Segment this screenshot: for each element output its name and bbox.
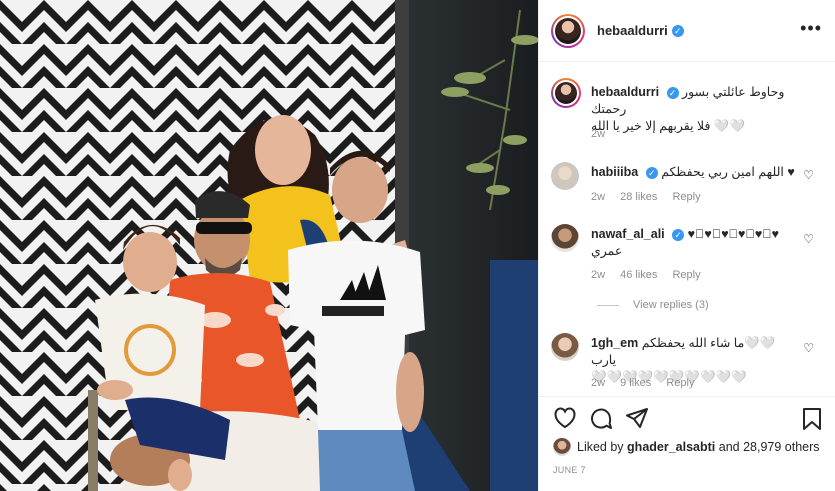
comment-username[interactable]: nawaf_al_ali <box>591 227 665 241</box>
likes-summary: Liked by ghader_alsabti and 28,979 other… <box>553 438 820 456</box>
comment-username[interactable]: 1gh_em <box>591 336 638 350</box>
bookmark-icon[interactable] <box>802 407 822 434</box>
view-replies-button[interactable]: View replies (3) <box>597 299 709 311</box>
family-photo-illustration <box>0 0 538 491</box>
post-photo[interactable] <box>0 0 538 491</box>
comment-like-heart-icon[interactable]: ♡ <box>803 232 814 246</box>
comment-likes[interactable]: 46 likes <box>620 269 657 281</box>
likes-count[interactable]: and 28,979 others <box>719 440 820 454</box>
author-avatar[interactable] <box>551 13 585 48</box>
comment-likes[interactable]: 28 likes <box>620 191 657 203</box>
verified-badge-icon: ✓ <box>645 166 658 179</box>
caption-avatar[interactable] <box>551 78 581 108</box>
reply-button[interactable]: Reply <box>672 191 700 203</box>
caption-username[interactable]: hebaaldurri <box>591 85 659 99</box>
comment-icon[interactable] <box>589 407 613 434</box>
more-options-icon[interactable]: ••• <box>800 18 822 39</box>
share-icon[interactable] <box>625 407 649 432</box>
post-header: hebaaldurri ✓ ••• <box>539 0 835 62</box>
commenter-avatar[interactable] <box>551 162 579 190</box>
liker-avatar[interactable] <box>553 438 571 456</box>
comment-text: ♥ اللهم امين ربي يحفظكم <box>661 165 795 179</box>
reply-button[interactable]: Reply <box>672 269 700 281</box>
comment-text: ♥🏻♥🏻♥🏻♥🏻♥🏻♥ <box>687 227 780 241</box>
comment-time[interactable]: 2w <box>591 269 605 281</box>
instagram-post-modal: hebaaldurri ✓ ••• hebaaldurri ✓ وحاوط عا… <box>0 0 835 491</box>
post-sidebar: hebaaldurri ✓ ••• hebaaldurri ✓ وحاوط عا… <box>538 0 835 491</box>
verified-badge-icon: ✓ <box>671 24 684 37</box>
comment-like-heart-icon[interactable]: ♡ <box>803 341 814 355</box>
comment-like-heart-icon[interactable]: ♡ <box>803 168 814 182</box>
comment-time[interactable]: 2w <box>591 377 605 389</box>
comment-likes[interactable]: 9 likes <box>620 377 651 389</box>
caption-time[interactable]: 2w <box>591 128 605 140</box>
post-actions: Liked by ghader_alsabti and 28,979 other… <box>539 396 835 491</box>
replies-divider <box>597 304 619 306</box>
comment-text-line2: عمري <box>591 244 623 258</box>
verified-badge-icon: ✓ <box>672 228 685 241</box>
commenter-avatar[interactable] <box>551 333 579 361</box>
verified-badge-icon: ✓ <box>666 86 679 99</box>
comment-time[interactable]: 2w <box>591 191 605 203</box>
comment-username[interactable]: habiiiba <box>591 165 638 179</box>
post-date[interactable]: JUNE 7 <box>553 465 586 475</box>
caption-text-line2: 🤍🤍 فلا يقربهم إلا خير يا الله <box>591 119 746 133</box>
commenter-avatar[interactable] <box>551 224 579 252</box>
reply-button[interactable]: Reply <box>666 377 694 389</box>
heart-icon[interactable] <box>553 407 577 432</box>
author-username[interactable]: hebaaldurri <box>597 23 668 38</box>
liker-username[interactable]: ghader_alsabti <box>627 440 715 454</box>
